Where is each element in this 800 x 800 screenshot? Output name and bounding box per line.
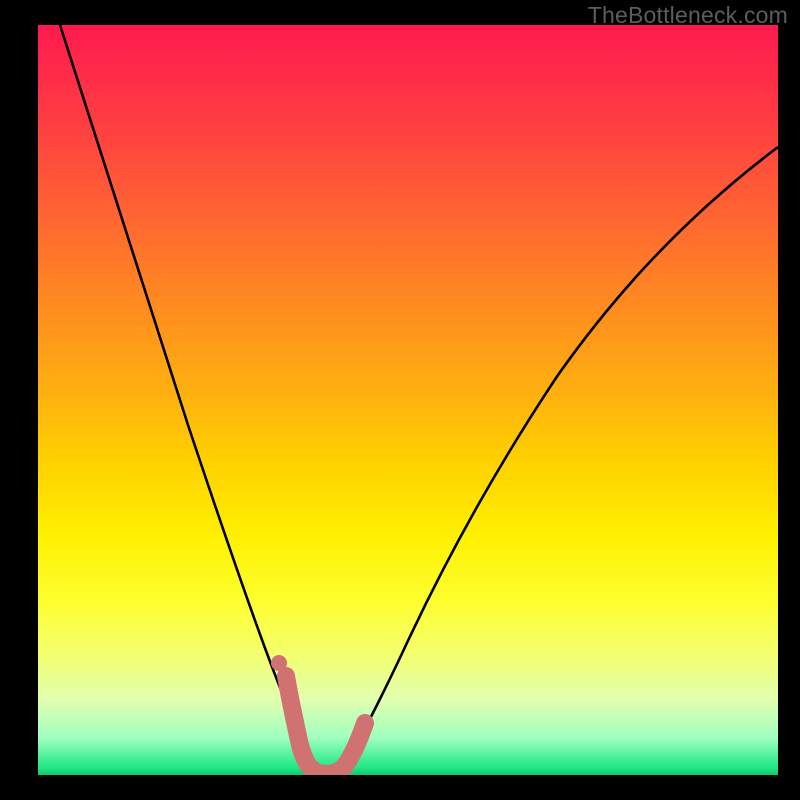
minimum-band-marker <box>286 676 365 774</box>
chart-frame: TheBottleneck.com <box>0 0 800 800</box>
watermark-text: TheBottleneck.com <box>588 2 788 29</box>
left-marker-dot-icon <box>271 655 287 671</box>
chart-svg <box>38 25 778 775</box>
bottleneck-curve <box>60 25 778 775</box>
plot-area <box>38 25 778 775</box>
